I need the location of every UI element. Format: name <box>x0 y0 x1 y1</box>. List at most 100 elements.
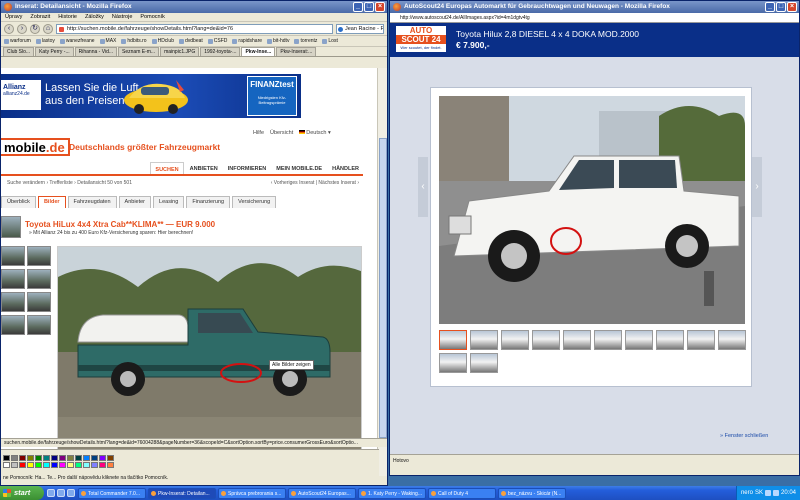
close-button[interactable]: × <box>787 2 797 12</box>
close-window-link[interactable]: » Fenster schließen <box>720 433 768 439</box>
previous-image-arrow[interactable]: ‹ <box>418 157 428 217</box>
gallery-thumbnail[interactable] <box>563 330 591 350</box>
bookmark-item[interactable]: hdbits.ro <box>121 38 147 44</box>
browser-tab[interactable]: mainpic1.JPG <box>160 47 200 56</box>
nav-info[interactable]: INFORMIEREN <box>224 162 271 174</box>
seller-thumbnail[interactable] <box>1 216 21 238</box>
right-title-bar[interactable]: AutoScout24 Europas Automarkt für Gebrau… <box>390 1 799 13</box>
taskbar-button[interactable]: 1. Katy Perry - Waking... <box>358 487 426 499</box>
menu-tools[interactable]: Nástroje <box>112 13 132 21</box>
thumbnail-image[interactable] <box>27 269 51 289</box>
taskbar-button[interactable]: Call of Duty 4 <box>428 487 496 499</box>
bookmark-item[interactable]: wanezfreane <box>59 38 95 44</box>
bookmark-item[interactable]: bit-hdtv <box>267 38 289 44</box>
browser-tab[interactable]: Seznam E-m... <box>118 47 160 56</box>
scrollbar-thumb[interactable] <box>379 138 387 438</box>
browser-tab-active[interactable]: Pkw-Inse... <box>241 47 276 56</box>
gallery-thumbnail[interactable] <box>687 330 715 350</box>
volume-icon[interactable] <box>764 490 771 496</box>
thumbnail-image[interactable] <box>1 315 25 335</box>
menu-edit[interactable]: Úpravy <box>5 13 22 21</box>
help-link[interactable]: Hilfe <box>253 130 264 136</box>
menu-view[interactable]: Zobrazit <box>30 13 50 21</box>
tab-leasing[interactable]: Leasing <box>153 196 185 208</box>
show-all-pictures-tooltip[interactable]: Alle Bilder zeigen <box>269 360 314 370</box>
search-input[interactable]: Jean Racine - FAIO <box>336 23 384 34</box>
address-bar[interactable]: http://suchen.mobile.de/fahrzeuge/showDe… <box>56 23 333 34</box>
thumbnail-image[interactable] <box>27 315 51 335</box>
prev-next-links[interactable]: ‹ Vorheriges Inserat | Nächstes Inserat … <box>271 178 359 188</box>
allianz-banner-ad[interactable]: Allianz allianz24.de Lassen Sie die Luft a… <box>1 74 301 118</box>
thumbnail-image[interactable] <box>27 292 51 312</box>
menu-bookmarks[interactable]: Záložky <box>85 13 104 21</box>
gallery-thumbnail[interactable] <box>439 330 467 350</box>
bookmark-item[interactable]: warforum <box>4 38 31 44</box>
browser-tab[interactable]: Club Slo... <box>3 47 35 56</box>
next-image-arrow[interactable]: › <box>752 157 762 217</box>
taskbar-button[interactable]: Správca prebrorania s... <box>218 487 286 499</box>
back-icon[interactable]: ‹ <box>4 23 14 34</box>
gallery-thumbnail[interactable] <box>594 330 622 350</box>
forward-icon[interactable]: › <box>17 23 27 34</box>
nav-dealer[interactable]: HÄNDLER <box>328 162 363 174</box>
vertical-scrollbar[interactable] <box>377 68 387 476</box>
mobile-de-logo[interactable]: mobile.de <box>1 138 70 156</box>
menu-help[interactable]: Pomocník <box>140 13 164 21</box>
gallery-thumbnail[interactable] <box>532 330 560 350</box>
close-button[interactable]: × <box>375 2 385 12</box>
start-button[interactable]: start <box>0 486 44 500</box>
nav-sell[interactable]: ANBIETEN <box>186 162 222 174</box>
reload-icon[interactable]: ↻ <box>30 23 40 34</box>
large-car-photo[interactable] <box>439 96 745 324</box>
tab-pictures[interactable]: Bilder <box>37 196 66 208</box>
thumbnail-image[interactable] <box>1 269 25 289</box>
quick-launch-icon[interactable] <box>57 489 65 497</box>
thumbnail-image[interactable] <box>27 246 51 266</box>
bookmark-item[interactable]: dvdbeat <box>178 38 203 44</box>
quick-launch-icon[interactable] <box>67 489 75 497</box>
bookmark-item[interactable]: torrentz <box>294 38 317 44</box>
gallery-thumbnail[interactable] <box>718 330 746 350</box>
thumbnail-image[interactable] <box>1 292 25 312</box>
gallery-thumbnail[interactable] <box>656 330 684 350</box>
gallery-thumbnail[interactable] <box>439 353 467 373</box>
overview-link[interactable]: Übersicht <box>270 130 293 136</box>
popup-address-bar[interactable]: http://www.autoscout24.de/AllImages.aspx… <box>390 13 799 23</box>
bookmark-item[interactable]: HDclub <box>151 38 174 44</box>
browser-tab[interactable]: Pkw-Inserat:... <box>276 47 317 56</box>
taskbar-button[interactable]: Total Commander 7.0... <box>78 487 146 499</box>
taskbar-button[interactable]: bez_názvu - Skicár (N... <box>498 487 566 499</box>
tray-label[interactable]: nero <box>741 490 753 496</box>
bookmark-item[interactable]: CSFD <box>207 38 227 44</box>
minimize-button[interactable]: _ <box>353 2 363 12</box>
menu-history[interactable]: Historie <box>58 13 77 21</box>
insurance-promo-link[interactable]: » Mit Allianz 24 bis zu 400 Euro Kfz-Ver… <box>29 230 193 236</box>
bookmark-item[interactable]: rapidshare <box>232 38 262 44</box>
maximize-button[interactable]: □ <box>364 2 374 12</box>
browser-tab[interactable]: Rihanna - Vid... <box>74 47 118 56</box>
maximize-button[interactable]: □ <box>776 2 786 12</box>
tab-financing[interactable]: Finanzierung <box>186 196 231 208</box>
language-indicator[interactable]: SK <box>755 490 763 496</box>
quick-launch-icon[interactable] <box>47 489 55 497</box>
browser-tab[interactable]: 1992-toyota-... <box>200 47 241 56</box>
network-icon[interactable] <box>772 490 779 496</box>
gallery-thumbnail[interactable] <box>470 353 498 373</box>
left-title-bar[interactable]: Inserat: Detailansicht - Mozilla Firefox… <box>1 1 387 13</box>
nav-search[interactable]: SUCHEN <box>150 162 184 174</box>
bookmark-item[interactable]: Lost <box>322 38 338 44</box>
taskbar-button-active[interactable]: Pkw-Inserat: Detailan... <box>148 487 216 499</box>
bookmark-item[interactable]: MAX <box>99 38 116 44</box>
autoscout24-logo[interactable]: AUTO SCOUT 24 Wer scoutet, der findet. <box>396 26 446 52</box>
tab-seller[interactable]: Anbieter <box>118 196 152 208</box>
minimize-button[interactable]: _ <box>765 2 775 12</box>
language-select[interactable]: Deutsch ▾ <box>299 130 331 136</box>
thumbnail-image[interactable] <box>1 246 25 266</box>
tab-insurance[interactable]: Versicherung <box>232 196 277 208</box>
bookmark-item[interactable]: lastoy <box>35 38 55 44</box>
gallery-thumbnail[interactable] <box>625 330 653 350</box>
breadcrumb-text[interactable]: Suche verändern › Trefferliste › Detaila… <box>7 180 132 186</box>
gallery-thumbnail[interactable] <box>501 330 529 350</box>
browser-tab[interactable]: Katy Perry -... <box>35 47 74 56</box>
nav-my-mobile[interactable]: MEIN MOBILE.DE <box>272 162 326 174</box>
